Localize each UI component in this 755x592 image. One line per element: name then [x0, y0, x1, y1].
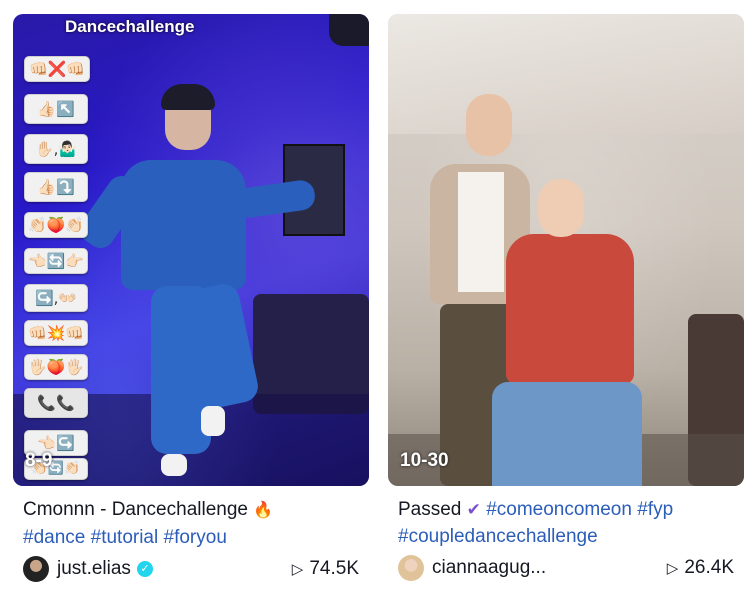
video-meta-row: just.elias ✓ ▷ 74.5K [13, 554, 369, 584]
woman-head [538, 179, 584, 237]
dancer-cap [161, 84, 215, 110]
hashtag-link[interactable]: #dance [23, 527, 85, 548]
video-card[interactable]: 10-30 Passed ✔ #comeoncomeon #fyp #coupl… [388, 14, 744, 583]
fire-emoji-icon: 🔥 [253, 502, 274, 519]
video-thumbnail[interactable]: 10-30 [388, 14, 744, 486]
move-sticker: 👊🏻💥👊🏻 [24, 320, 88, 346]
dancer-shoe [201, 406, 225, 436]
thumbnail-overlay-count: 8-9 [25, 450, 53, 471]
dancer-shoe [161, 454, 187, 476]
move-sticker: 👍🏻⤵️ [24, 172, 88, 202]
man-tshirt [458, 172, 504, 292]
move-sticker: 🖐🏻🍑🖐🏻 [24, 354, 88, 380]
man-head [466, 94, 512, 156]
verified-badge-icon: ✓ [136, 561, 153, 577]
video-caption[interactable]: Cmonnn - Dancechallenge 🔥 #dance #tutori… [13, 496, 369, 551]
hashtag-link[interactable]: #foryou [164, 527, 227, 548]
thumbnail-overlay-count: 10-30 [400, 450, 449, 471]
move-sticker: 👍🏻↖️ [24, 94, 88, 124]
avatar[interactable] [398, 555, 424, 581]
hashtag-link[interactable]: #tutorial [91, 527, 159, 548]
woman-jeans [492, 382, 642, 486]
hashtag-link[interactable]: #fyp [637, 499, 673, 520]
caption-text: Cmonnn - Dancechallenge [23, 499, 248, 520]
move-sticker: 📞📞 [24, 388, 88, 418]
caption-text: Passed [398, 499, 462, 520]
play-icon: ▷ [291, 561, 304, 578]
woman-jacket [506, 234, 634, 384]
view-count: 26.4K [684, 557, 734, 578]
move-sticker: ↪️,👐🏻 [24, 284, 88, 312]
avatar[interactable] [23, 556, 49, 582]
video-thumbnail[interactable]: Dancechallenge 👊🏻❌👊🏻 👍🏻↖️ ✋🏻,🤷🏻‍♂️ 👍🏻⤵️ … [13, 14, 369, 486]
author-link[interactable]: ciannaagug... [432, 557, 546, 579]
play-icon: ▷ [666, 560, 679, 577]
view-count: 74.5K [309, 558, 359, 579]
thumbnail-title: Dancechallenge [65, 17, 195, 36]
author-link[interactable]: just.elias [57, 558, 131, 580]
ceiling [388, 14, 744, 134]
move-sticker: 👈🏻🔄👉🏻 [24, 248, 88, 274]
move-sticker: 👏🏻🍑👏🏻 [24, 212, 88, 238]
dancer-torso [121, 160, 246, 290]
hashtag-link[interactable]: #coupledancechallenge [398, 526, 598, 547]
video-card[interactable]: Dancechallenge 👊🏻❌👊🏻 👍🏻↖️ ✋🏻,🤷🏻‍♂️ 👍🏻⤵️ … [13, 14, 369, 584]
hashtag-link[interactable]: #comeoncomeon [486, 499, 632, 520]
video-meta-row: ciannaagug... ▷ 26.4K [388, 553, 744, 583]
move-sticker: 👊🏻❌👊🏻 [24, 56, 90, 82]
video-caption[interactable]: Passed ✔ #comeoncomeon #fyp #coupledance… [388, 496, 744, 550]
move-sticker: ✋🏻,🤷🏻‍♂️ [24, 134, 88, 164]
thumbnail-corner-tab [329, 14, 369, 46]
purple-check-icon: ✔ [466, 500, 481, 519]
